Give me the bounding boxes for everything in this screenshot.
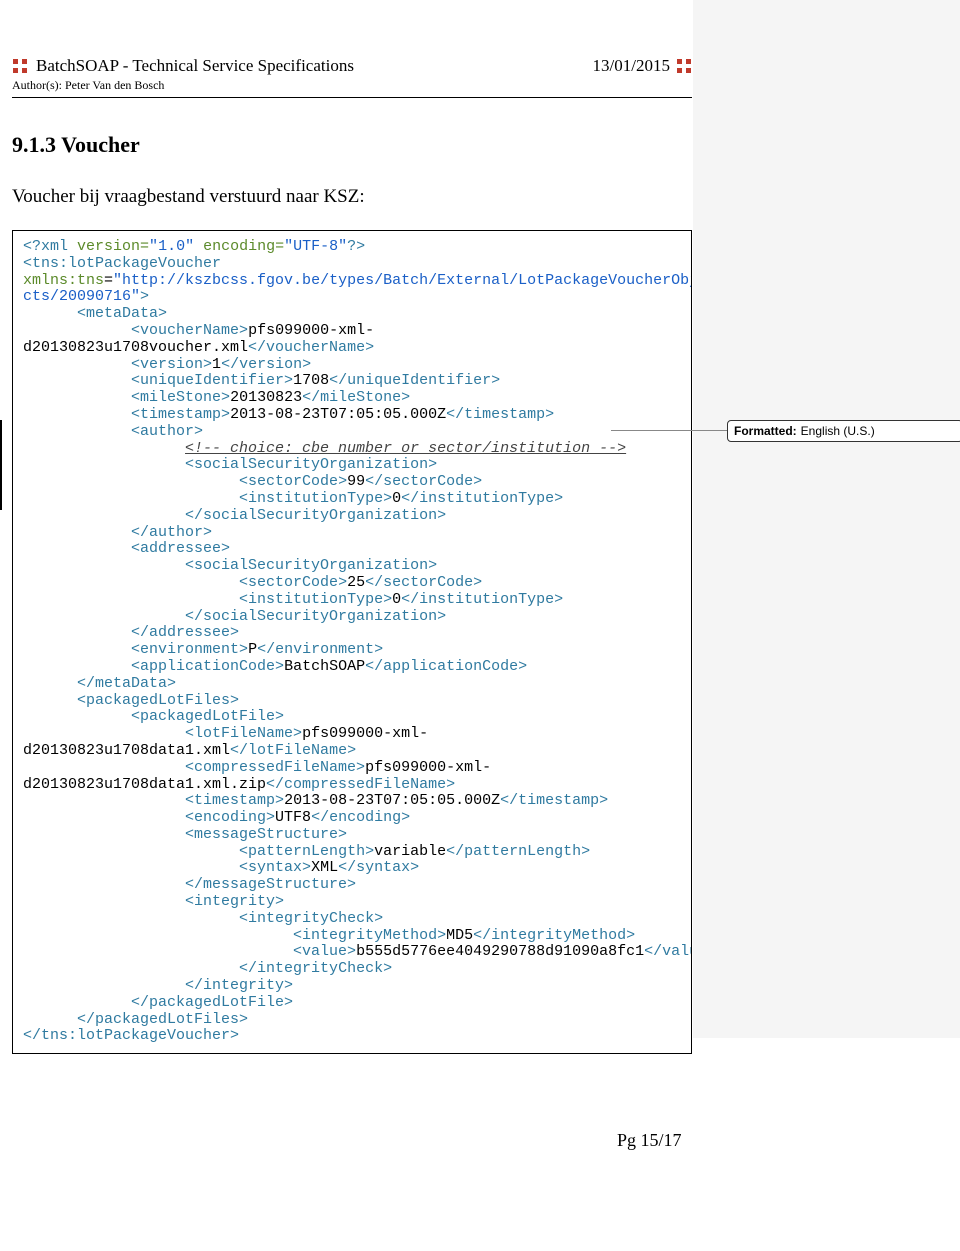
root-tag: tns:lotPackageVoucher <box>32 255 221 272</box>
milestone-val: 20130823 <box>230 389 302 406</box>
root-close: tns:lotPackageVoucher <box>41 1027 230 1044</box>
syntax-val: XML <box>311 859 338 876</box>
callout-label: Formatted: <box>734 424 797 438</box>
author-sector: 99 <box>347 473 365 490</box>
doc-title: BatchSOAP - Technical Service Specificat… <box>36 56 354 76</box>
smals-logo-icon <box>676 58 692 74</box>
uid-val: 1708 <box>293 372 329 389</box>
addr-inst: 0 <box>392 591 401 608</box>
tracked-changes-margin <box>693 0 960 1038</box>
header-left: BatchSOAP - Technical Service Specificat… <box>12 56 354 76</box>
ns-attr: xmlns:tns <box>23 272 104 289</box>
pattern-length: variable <box>374 843 446 860</box>
choice-comment: <!-- choice: cbe number or sector/instit… <box>185 440 626 457</box>
section-intro: Voucher bij vraagbestand verstuurd naar … <box>12 186 692 208</box>
header-rule <box>12 97 692 98</box>
callout-connector <box>611 430 727 431</box>
xml-encoding: UTF-8 <box>293 238 338 255</box>
env-val: P <box>248 641 257 658</box>
document-page: BatchSOAP - Technical Service Specificat… <box>0 0 704 1094</box>
callout-value: English (U.S.) <box>801 424 875 438</box>
xml-code-block: <?xml version="1.0" encoding="UTF-8"?> <… <box>12 230 692 1054</box>
integrity-method: MD5 <box>446 927 473 944</box>
header-right: 13/01/2015 <box>593 56 692 76</box>
formatting-callout: Formatted: English (U.S.) <box>727 420 960 442</box>
version-val: 1 <box>212 356 221 373</box>
addr-sector: 25 <box>347 574 365 591</box>
author-line: Author(s): Peter Van den Bosch <box>12 78 692 93</box>
file-timestamp: 2013-08-23T07:05:05.000Z <box>284 792 500 809</box>
doc-date: 13/01/2015 <box>593 56 670 76</box>
integrity-value: b555d5776ee4049290788d91090a8fc1 <box>356 943 644 960</box>
section-heading: 9.1.3 Voucher <box>12 132 692 158</box>
timestamp-val: 2013-08-23T07:05:05.000Z <box>230 406 446 423</box>
author-inst: 0 <box>392 490 401 507</box>
xml-version: 1.0 <box>158 238 185 255</box>
file-encoding: UTF8 <box>275 809 311 826</box>
smals-logo-icon <box>12 58 28 74</box>
page-number: Pg 15/17 <box>617 1130 682 1151</box>
appcode-val: BatchSOAP <box>284 658 365 675</box>
header-row: BatchSOAP - Technical Service Specificat… <box>12 12 692 76</box>
